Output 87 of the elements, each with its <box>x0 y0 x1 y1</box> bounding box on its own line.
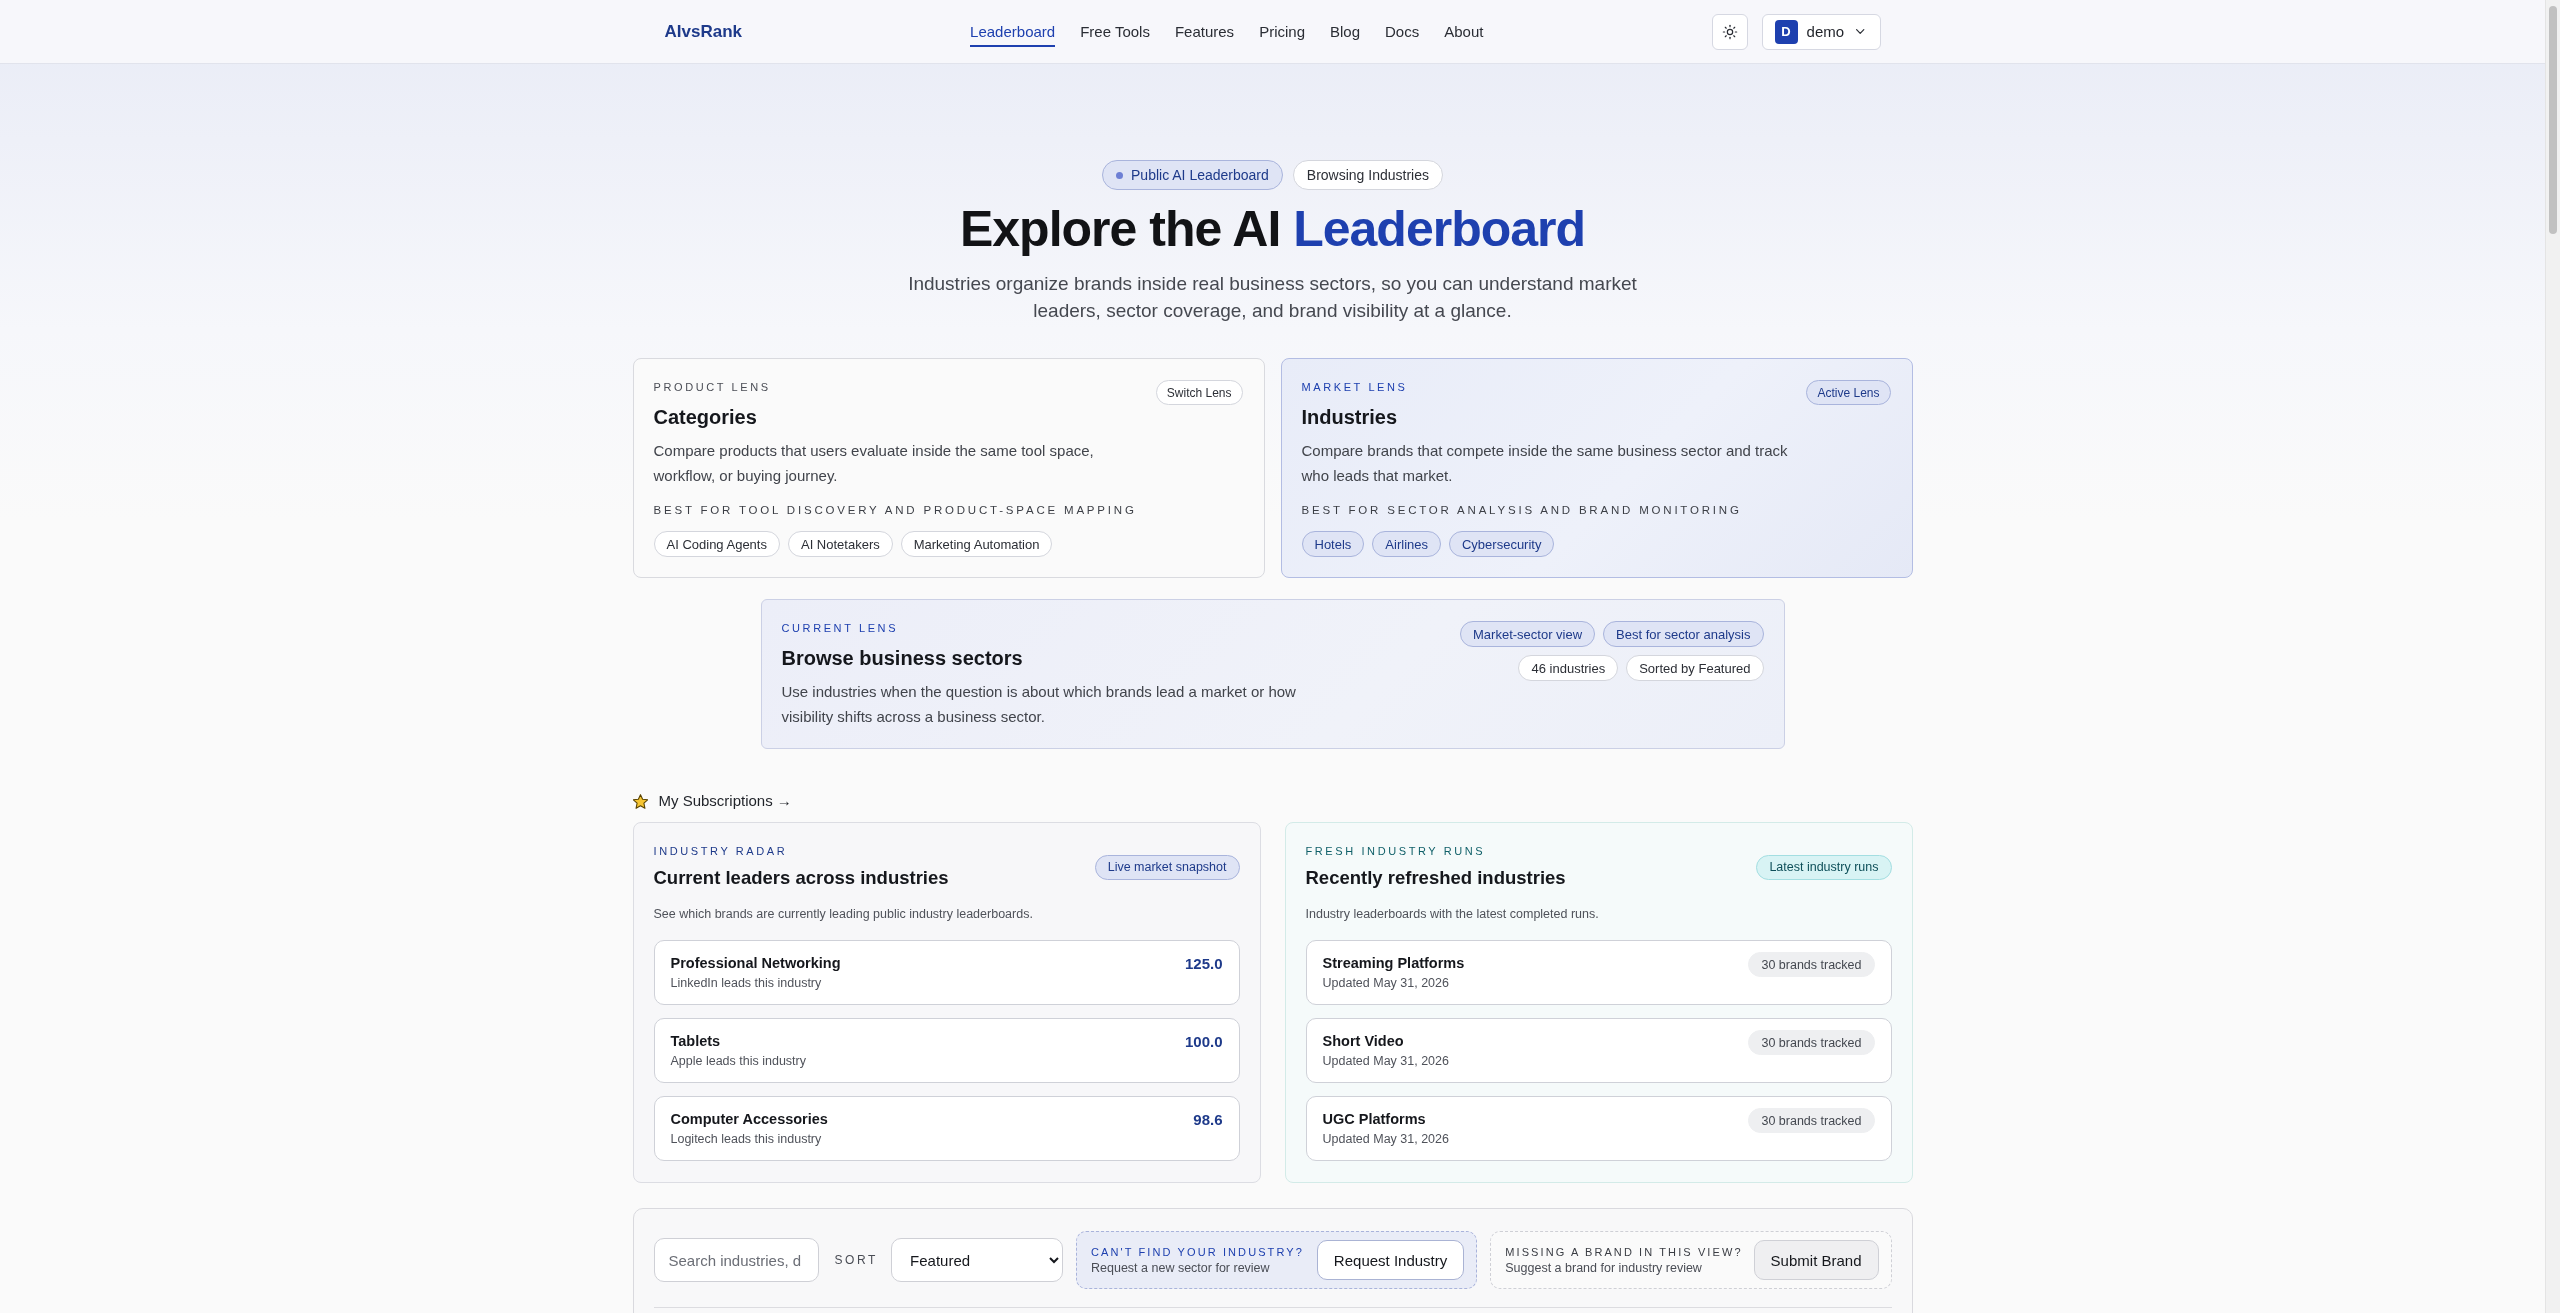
cta-button[interactable]: Submit Brand <box>1753 1240 1879 1280</box>
nav-link[interactable]: About <box>1444 16 1484 47</box>
industry-name: UGC Platforms <box>1322 1111 1427 1127</box>
example-tag: Airlines <box>1372 531 1441 557</box>
lens-status-badge: Switch Lens <box>1155 380 1243 405</box>
site-logo[interactable]: AIvsRank <box>664 21 742 42</box>
panel-title: Current leaders across industries <box>653 866 949 890</box>
status-dot-icon <box>1116 171 1124 179</box>
lens-status-badge: Active Lens <box>1806 380 1891 405</box>
cta-title: MISSING A BRAND IN THIS VIEW? <box>1505 1245 1743 1258</box>
subscriptions-link[interactable]: My Subscriptions → <box>632 791 792 811</box>
industry-name: Computer Accessories <box>670 1111 828 1127</box>
brands-tracked-badge: 30 brands tracked <box>1748 952 1875 977</box>
user-avatar: D <box>1774 19 1798 44</box>
sort-select[interactable]: Featured <box>891 1238 1064 1282</box>
nav-link[interactable]: Pricing <box>1259 16 1305 47</box>
industry-row[interactable]: Short Video Updated May 31, 2026 30 brands tracked <box>1305 1018 1892 1083</box>
current-lens-title: Browse business sectors <box>781 646 1023 671</box>
industry-detail: Updated May 31, 2026 <box>1322 1132 1449 1146</box>
industry-detail: Updated May 31, 2026 <box>1322 1054 1449 1068</box>
panel-description: See which brands are currently leading public industry leaderboards. <box>653 906 1034 923</box>
industry-row[interactable]: UGC Platforms Updated May 31, 2026 30 brands tracked <box>1305 1096 1892 1161</box>
industry-row[interactable]: Computer Accessories Logitech leads this industry 98.6 <box>653 1096 1240 1161</box>
leader-score: 100.0 <box>1184 1033 1223 1050</box>
industry-detail: Updated May 31, 2026 <box>1322 976 1450 990</box>
badge-text: Public AI Leaderboard <box>1131 167 1269 183</box>
industry-name: Tablets <box>670 1033 722 1049</box>
nav-link[interactable]: Free Tools <box>1080 16 1150 47</box>
industry-name: Streaming Platforms <box>1322 955 1465 971</box>
lens-eyebrow: MARKET LENS <box>1301 380 1408 395</box>
lens-info-badge: 46 industries <box>1518 655 1619 681</box>
cta-subtitle: Suggest a brand for industry review <box>1505 1260 1703 1275</box>
brands-tracked-badge: 30 brands tracked <box>1748 1108 1875 1133</box>
sort-label: SORT <box>833 1253 879 1267</box>
cta-button[interactable]: Request Industry <box>1316 1240 1465 1280</box>
lens-title: Industries <box>1301 405 1398 430</box>
panel-description: Industry leaderboards with the latest completed runs. <box>1305 906 1600 923</box>
sun-icon <box>1721 23 1738 40</box>
scrollbar-thumb[interactable] <box>2549 6 2557 234</box>
leader-score: 98.6 <box>1193 1111 1223 1128</box>
badge-text: Browsing Industries <box>1306 167 1429 183</box>
lens-eyebrow: PRODUCT LENS <box>653 380 771 395</box>
industry-name: Short Video <box>1322 1033 1405 1049</box>
example-tag: AI Notetakers <box>787 531 893 557</box>
lens-best-for: BEST FOR TOOL DISCOVERY AND PRODUCT-SPACE MAPPING <box>653 503 1137 518</box>
industry-row[interactable]: Tablets Apple leads this industry 100.0 <box>653 1018 1240 1083</box>
lens-title: Categories <box>653 405 757 430</box>
cta-subtitle: Request a new sector for review <box>1091 1260 1271 1275</box>
industry-row[interactable]: Streaming Platforms Updated May 31, 2026 30 brands tracked <box>1305 940 1892 1005</box>
nav-link[interactable]: Docs <box>1385 16 1420 47</box>
page-subtitle: Industries organize brands inside real business sectors, so you can understand market leaders, sector coverage, and brand visibility at a glance. <box>907 272 1638 323</box>
industry-row[interactable]: Professional Networking LinkedIn leads this industry 125.0 <box>653 940 1240 1005</box>
lens-info-badge: Best for sector analysis <box>1603 621 1764 647</box>
star-icon <box>632 793 648 809</box>
panel-title: Recently refreshed industries <box>1305 866 1566 890</box>
example-tag: AI Coding Agents <box>653 531 780 557</box>
industry-name: Professional Networking <box>670 955 841 971</box>
lens-card[interactable] <box>1280 358 1913 578</box>
page-title: Explore the AI Leaderboard <box>959 201 1586 258</box>
panel-eyebrow: INDUSTRY RADAR <box>653 844 788 859</box>
current-lens-eyebrow: CURRENT LENS <box>781 621 899 636</box>
nav-link[interactable]: Features <box>1174 16 1235 47</box>
leader-score: 125.0 <box>1184 955 1223 972</box>
panel-eyebrow: FRESH INDUSTRY RUNS <box>1305 844 1486 859</box>
industry-detail: LinkedIn leads this industry <box>670 976 823 990</box>
nav-link[interactable]: Leaderboard <box>970 16 1056 47</box>
scrollbar[interactable] <box>2545 0 2560 1313</box>
lens-info-badge: Market-sector view <box>1460 621 1596 647</box>
brands-tracked-badge: 30 brands tracked <box>1748 1030 1875 1055</box>
search-field[interactable]: Search industries, d <box>653 1238 819 1282</box>
panel-badge: Live market snapshot <box>1094 854 1240 880</box>
nav-link[interactable]: Blog <box>1330 16 1360 47</box>
lens-info-badge: Sorted by Featured <box>1626 655 1764 681</box>
example-tag: Hotels <box>1301 531 1365 557</box>
industry-detail: Logitech leads this industry <box>670 1132 823 1146</box>
lens-best-for: BEST FOR SECTOR ANALYSIS AND BRAND MONITORING <box>1301 503 1742 518</box>
lens-description: Compare products that users evaluate inside the same tool space, workflow, or buying journey. <box>653 441 1095 486</box>
theme-toggle-button[interactable] <box>1711 13 1748 50</box>
panel-badge: Latest industry runs <box>1756 854 1892 880</box>
industry-detail: Apple leads this industry <box>670 1054 806 1068</box>
cta-title: CAN'T FIND YOUR INDUSTRY? <box>1091 1245 1304 1258</box>
lens-description: Compare brands that compete inside the same business sector and track who leads that market. <box>1301 441 1789 486</box>
account-menu-button[interactable]: D demo <box>1761 13 1881 50</box>
current-lens-description: Use industries when the question is about which brands lead a market or how visibility shifts across a business sector. <box>781 682 1297 727</box>
example-tag: Marketing Automation <box>900 531 1053 557</box>
example-tag: Cybersecurity <box>1449 531 1555 557</box>
lens-card[interactable] <box>632 358 1265 578</box>
